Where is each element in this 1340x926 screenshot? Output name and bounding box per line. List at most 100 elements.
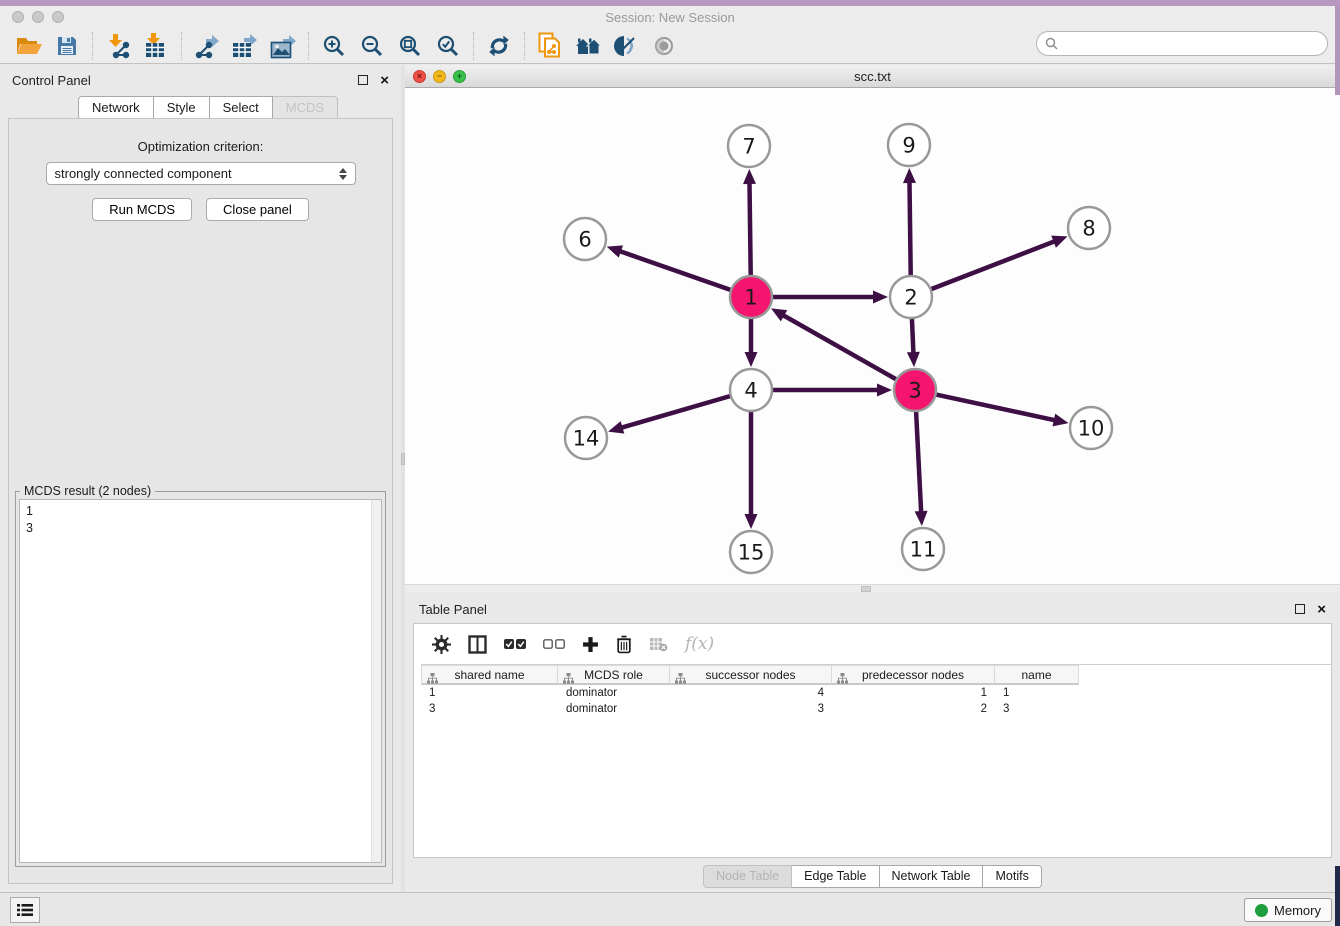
- graph-edge-1-6[interactable]: [607, 245, 731, 290]
- toolbar-separator: [92, 32, 93, 60]
- table-cell: 1: [832, 685, 995, 701]
- hscroll-grip[interactable]: [861, 586, 871, 592]
- export-image-button[interactable]: [264, 30, 302, 62]
- column-header-shared-name[interactable]: shared name: [421, 665, 558, 685]
- export-network-icon: [194, 33, 220, 59]
- tab-network-table[interactable]: Network Table: [880, 865, 984, 888]
- duplicate-network-view-button[interactable]: [531, 30, 569, 62]
- zoom-selected-button[interactable]: [429, 30, 467, 62]
- delete-table-icon[interactable]: [649, 637, 668, 652]
- zoom-in-button[interactable]: [315, 30, 353, 62]
- column-header-MCDS-role[interactable]: MCDS role: [558, 665, 670, 685]
- zoom-out-button[interactable]: [353, 30, 391, 62]
- float-table-panel-icon[interactable]: [1295, 604, 1305, 614]
- graph-edge-2-3[interactable]: [907, 318, 920, 367]
- graph-node-14[interactable]: 14: [565, 417, 607, 459]
- home-network-view-button[interactable]: [569, 30, 607, 62]
- network-hscrollbar[interactable]: [405, 584, 1340, 592]
- graph-edge-1-2[interactable]: [772, 291, 888, 304]
- graph-edge-1-4[interactable]: [745, 318, 758, 367]
- table-cell: 3: [421, 701, 558, 717]
- close-panel-icon[interactable]: ×: [380, 73, 389, 88]
- open-session-button[interactable]: [10, 30, 48, 62]
- table-toolbar: f(x): [414, 624, 1331, 664]
- run-mcds-button[interactable]: Run MCDS: [92, 198, 192, 221]
- import-network-button[interactable]: [99, 30, 137, 62]
- table-options-gear-icon[interactable]: [432, 635, 451, 654]
- column-header-predecessor-nodes[interactable]: predecessor nodes: [832, 665, 995, 685]
- svg-text:10: 10: [1078, 417, 1105, 441]
- mcds-result-text[interactable]: 1 3: [19, 499, 382, 863]
- close-panel-button[interactable]: Close panel: [206, 198, 309, 221]
- graph-node-15[interactable]: 15: [730, 531, 772, 573]
- search-field[interactable]: [1036, 31, 1328, 56]
- import-table-icon: [144, 33, 168, 59]
- column-header-successor-nodes[interactable]: successor nodes: [670, 665, 832, 685]
- result-scrollbar[interactable]: [371, 500, 381, 862]
- graph-edge-4-15[interactable]: [745, 411, 758, 529]
- column-label: MCDS role: [584, 668, 643, 682]
- tab-motifs[interactable]: Motifs: [983, 865, 1041, 888]
- apply-layout-button[interactable]: [480, 30, 518, 62]
- graph-node-10[interactable]: 10: [1070, 407, 1112, 449]
- graph-edge-3-11[interactable]: [915, 411, 928, 526]
- show-columns-icon[interactable]: [468, 635, 487, 654]
- graph-node-7[interactable]: 7: [728, 125, 770, 167]
- function-builder-icon[interactable]: f(x): [685, 634, 714, 654]
- list-icon: [17, 903, 33, 917]
- tab-style[interactable]: Style: [154, 96, 210, 120]
- table-panel-title: Table Panel: [419, 602, 487, 617]
- hide-graphics-details-button[interactable]: [645, 30, 683, 62]
- search-input[interactable]: [1062, 34, 1327, 54]
- graph-node-3[interactable]: 3: [894, 369, 936, 411]
- export-network-button[interactable]: [188, 30, 226, 62]
- graph-edge-4-3[interactable]: [772, 384, 892, 397]
- tab-edge-table[interactable]: Edge Table: [792, 865, 879, 888]
- task-history-button[interactable]: [10, 897, 40, 923]
- eye-icon: [650, 37, 678, 55]
- save-session-button[interactable]: [48, 30, 86, 62]
- graph-node-8[interactable]: 8: [1068, 207, 1110, 249]
- tab-select[interactable]: Select: [210, 96, 273, 120]
- export-table-button[interactable]: [226, 30, 264, 62]
- tab-mcds[interactable]: MCDS: [273, 96, 338, 120]
- zoom-fit-button[interactable]: [391, 30, 429, 62]
- graph-edge-4-14[interactable]: [608, 396, 731, 434]
- graph-node-2[interactable]: 2: [890, 276, 932, 318]
- svg-text:4: 4: [744, 379, 757, 403]
- network-canvas[interactable]: 7 9 6 8 1 2 4 3 14 10 15 11: [405, 88, 1340, 584]
- optimization-criterion-select[interactable]: strongly connected component: [46, 162, 356, 185]
- memory-label: Memory: [1274, 903, 1321, 918]
- graph-edge-3-10[interactable]: [936, 394, 1069, 426]
- graph-edge-2-8[interactable]: [931, 236, 1068, 290]
- table-row[interactable]: 1dominator411: [421, 685, 1331, 701]
- show-style-details-button[interactable]: [607, 30, 645, 62]
- graph-node-1[interactable]: 1: [730, 276, 772, 318]
- column-header-name[interactable]: name: [995, 665, 1079, 685]
- graph-edge-3-1[interactable]: [771, 308, 897, 379]
- graph-node-9[interactable]: 9: [888, 124, 930, 166]
- graph-node-11[interactable]: 11: [902, 528, 944, 570]
- delete-rows-trash-icon[interactable]: [616, 635, 632, 654]
- close-table-panel-icon[interactable]: ×: [1317, 602, 1326, 617]
- tab-node-table[interactable]: Node Table: [703, 865, 792, 888]
- deselect-all-icon[interactable]: [543, 639, 565, 649]
- table-cell: dominator: [558, 701, 670, 717]
- graph-node-6[interactable]: 6: [564, 218, 606, 260]
- graph-edge-2-9[interactable]: [903, 168, 916, 276]
- network-graph[interactable]: 7 9 6 8 1 2 4 3 14 10 15 11: [405, 88, 1340, 584]
- optimization-criterion-label: Optimization criterion:: [9, 139, 392, 154]
- table-body: 1dominator4113dominator323: [421, 685, 1331, 717]
- control-panel-tabs: Network Style Select MCDS: [78, 96, 338, 120]
- graph-node-4[interactable]: 4: [730, 369, 772, 411]
- graph-edge-1-7[interactable]: [743, 169, 756, 276]
- float-panel-icon[interactable]: [358, 75, 368, 85]
- memory-button[interactable]: Memory: [1244, 898, 1332, 922]
- search-icon: [1045, 37, 1058, 50]
- table-row[interactable]: 3dominator323: [421, 701, 1331, 717]
- add-row-plus-icon[interactable]: [582, 636, 599, 653]
- status-bar: Memory: [0, 892, 1340, 926]
- select-all-icon[interactable]: [504, 639, 526, 649]
- tab-network[interactable]: Network: [78, 96, 154, 120]
- import-table-button[interactable]: [137, 30, 175, 62]
